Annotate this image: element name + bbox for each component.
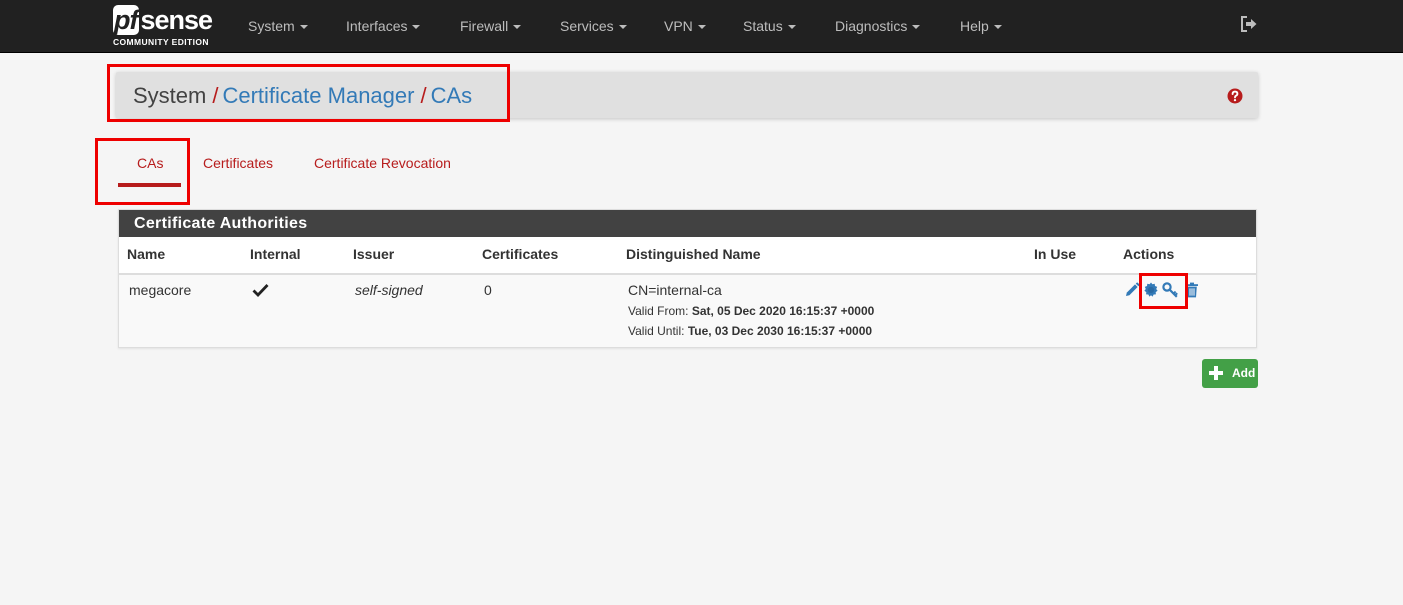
column-header-in-use: In Use bbox=[1034, 246, 1077, 262]
highlight-actions-box bbox=[1139, 273, 1188, 309]
nav-help-label: Help bbox=[960, 18, 989, 34]
column-header-issuer: Issuer bbox=[353, 246, 395, 262]
tab-certificates[interactable]: Certificates bbox=[203, 154, 273, 172]
top-navbar: pf sense COMMUNITY EDITION System Interfa… bbox=[0, 0, 1403, 53]
logo-prefix: pf bbox=[113, 5, 140, 35]
distinguished-name-cell: CN=internal-ca bbox=[628, 282, 722, 298]
nav-diagnostics-label: Diagnostics bbox=[835, 18, 908, 34]
caret-down-icon bbox=[412, 25, 421, 30]
valid-from-value: Sat, 05 Dec 2020 16:15:37 +0000 bbox=[691, 304, 875, 318]
caret-down-icon bbox=[618, 25, 627, 30]
valid-from-line: Valid From: Sat, 05 Dec 2020 16:15:37 +0… bbox=[628, 304, 874, 318]
nav-diagnostics-menu[interactable]: Diagnostics bbox=[835, 17, 921, 35]
logo-wordmark: pf sense bbox=[113, 5, 213, 35]
column-header-certificates: Certificates bbox=[482, 246, 559, 262]
caret-down-icon bbox=[787, 25, 796, 30]
valid-until-label: Valid Until: bbox=[628, 324, 685, 338]
caret-down-icon bbox=[912, 25, 921, 30]
caret-down-icon bbox=[299, 25, 308, 30]
nav-help-menu[interactable]: Help bbox=[960, 17, 1002, 35]
column-header-actions: Actions bbox=[1123, 246, 1175, 262]
valid-until-value: Tue, 03 Dec 2030 16:15:37 +0000 bbox=[687, 324, 873, 338]
nav-services-menu[interactable]: Services bbox=[560, 17, 627, 35]
column-header-distinguished-name: Distinguished Name bbox=[626, 246, 761, 262]
panel-title: Certificate Authorities bbox=[119, 210, 1256, 237]
nav-vpn-label: VPN bbox=[664, 18, 693, 34]
sign-out-icon[interactable] bbox=[1240, 15, 1258, 33]
add-ca-button[interactable]: Add bbox=[1202, 359, 1258, 388]
highlight-breadcrumb-box bbox=[107, 64, 510, 122]
caret-down-icon bbox=[513, 25, 522, 30]
nav-firewall-menu[interactable]: Firewall bbox=[460, 17, 522, 35]
pfsense-logo[interactable]: pf sense COMMUNITY EDITION bbox=[113, 5, 223, 47]
plus-icon bbox=[1209, 366, 1223, 380]
nav-interfaces-menu[interactable]: Interfaces bbox=[346, 17, 421, 35]
logo-suffix: sense bbox=[140, 5, 213, 35]
nav-vpn-menu[interactable]: VPN bbox=[664, 17, 706, 35]
caret-down-icon bbox=[993, 25, 1002, 30]
nav-status-label: Status bbox=[743, 18, 783, 34]
nav-services-label: Services bbox=[560, 18, 614, 34]
nav-firewall-label: Firewall bbox=[460, 18, 509, 34]
valid-until-line: Valid Until: Tue, 03 Dec 2030 16:15:37 +… bbox=[628, 324, 872, 338]
valid-from-label: Valid From: bbox=[628, 304, 689, 318]
caret-down-icon bbox=[697, 25, 706, 30]
nav-status-menu[interactable]: Status bbox=[743, 17, 796, 35]
logo-edition: COMMUNITY EDITION bbox=[113, 37, 209, 47]
highlight-cas-tab-box bbox=[95, 138, 190, 205]
column-header-internal: Internal bbox=[250, 246, 301, 262]
pencil-icon[interactable] bbox=[1124, 282, 1140, 298]
column-header-name: Name bbox=[127, 246, 166, 262]
nav-system-menu[interactable]: System bbox=[248, 17, 308, 35]
ca-name-cell: megacore bbox=[129, 282, 192, 298]
nav-interfaces-label: Interfaces bbox=[346, 18, 408, 34]
tab-certificate-revocation[interactable]: Certificate Revocation bbox=[314, 154, 451, 172]
question-circle-icon[interactable] bbox=[1227, 88, 1243, 104]
add-button-label: Add bbox=[1232, 366, 1256, 380]
nav-system-label: System bbox=[248, 18, 295, 34]
check-icon bbox=[252, 284, 269, 297]
issuer-cell: self-signed bbox=[355, 282, 423, 298]
certificates-count-cell: 0 bbox=[484, 282, 492, 298]
